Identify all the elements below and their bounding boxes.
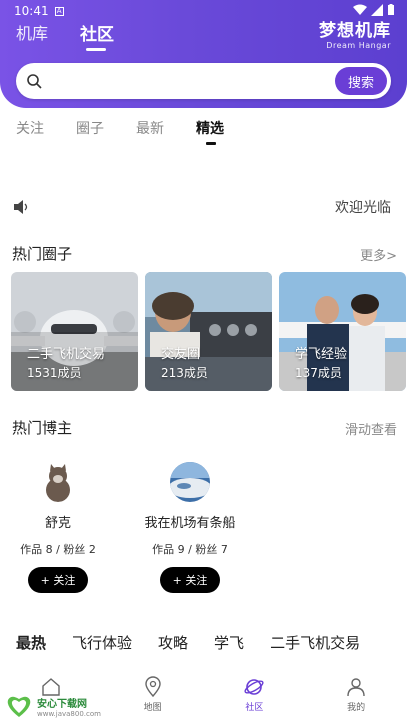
hot-circles-list: 二手飞机交易 1531成员 交友圈 213成员 学飞经验 137成员 — [11, 272, 406, 391]
tab-hangar[interactable]: 机库 — [16, 20, 48, 45]
brand-logo: 梦想机库 Dream Hangar — [319, 16, 391, 50]
planet-icon — [244, 679, 264, 695]
hot-circles-title: 热门圈子 — [12, 245, 73, 263]
hot-bloggers-title: 热门博主 — [12, 419, 73, 437]
nav-community[interactable]: 社区 — [204, 672, 306, 723]
speaker-icon — [14, 200, 28, 214]
follow-button[interactable]: + 关注 — [160, 567, 220, 593]
circle-members: 213成员 — [161, 366, 208, 380]
category-tab-hot[interactable]: 最热 — [16, 632, 46, 653]
nav-map-label: 地图 — [143, 703, 162, 713]
cat-avatar-icon — [38, 462, 78, 502]
nav-map[interactable]: 地图 — [102, 672, 204, 723]
tab-following[interactable]: 关注 — [16, 118, 44, 138]
watermark-logo-icon — [7, 696, 31, 717]
tab-featured[interactable]: 精选 — [196, 118, 224, 145]
blogger-stats: 作品 8 / 粉丝 2 — [20, 543, 96, 556]
watermark-title: 安心下载网 — [37, 698, 87, 710]
circle-members: 137成员 — [295, 366, 342, 380]
circle-name: 学飞经验 — [295, 347, 348, 362]
avatar[interactable] — [170, 462, 210, 502]
circle-name: 交友圈 — [161, 347, 201, 362]
category-tab-learn-fly[interactable]: 学飞 — [214, 632, 244, 653]
blogger-card[interactable]: 舒克 作品 8 / 粉丝 2 + 关注 — [12, 462, 104, 593]
hot-circles-more-link[interactable]: 更多> — [360, 245, 397, 264]
blogger-stats: 作品 9 / 粉丝 7 — [152, 543, 228, 556]
sub-tabs: 关注 圈子 最新 精选 — [16, 118, 224, 145]
watermark: 安心下载网 www.java800.com — [4, 693, 101, 719]
tab-latest[interactable]: 最新 — [136, 118, 164, 138]
tab-circles[interactable]: 圈子 — [76, 118, 104, 138]
brand-title: 梦想机库 — [319, 21, 391, 41]
top-tabs: 机库 社区 — [16, 20, 114, 51]
sim-icon: A — [54, 6, 64, 16]
circle-name: 二手飞机交易 — [27, 347, 106, 362]
circle-card[interactable]: 学飞经验 137成员 — [279, 272, 406, 391]
search-button[interactable]: 搜索 — [335, 67, 387, 95]
nav-profile-label: 我的 — [347, 703, 366, 713]
circle-card[interactable]: 交友圈 213成员 — [145, 272, 272, 391]
category-tab-guide[interactable]: 攻略 — [158, 632, 188, 653]
map-pin-icon — [144, 676, 161, 698]
user-icon — [347, 678, 365, 697]
search-icon — [27, 74, 42, 89]
wifi-icon — [353, 4, 367, 15]
follow-button[interactable]: + 关注 — [28, 567, 88, 593]
search-input[interactable] — [50, 73, 335, 89]
status-time: 10:41 — [14, 4, 49, 18]
avatar[interactable] — [38, 462, 78, 502]
brand-subtitle: Dream Hangar — [326, 41, 391, 50]
circle-card[interactable]: 二手飞机交易 1531成员 — [11, 272, 138, 391]
notice-bar: 欢迎光临 — [12, 197, 397, 217]
blogger-name: 舒克 — [44, 516, 71, 531]
circle-members: 1531成员 — [27, 366, 82, 380]
status-icons — [353, 4, 395, 16]
category-tabs: 最热 飞行体验 攻略 学飞 二手飞机交易 — [16, 632, 360, 653]
tab-community[interactable]: 社区 — [80, 20, 114, 51]
battery-icon — [388, 4, 394, 15]
hot-bloggers-list: 舒克 作品 8 / 粉丝 2 + 关注 我在机场有条船 作品 9 / 粉丝 7 … — [12, 462, 236, 593]
blogger-card[interactable]: 我在机场有条船 作品 9 / 粉丝 7 + 关注 — [144, 462, 236, 593]
blogger-name: 我在机场有条船 — [144, 516, 236, 531]
nav-community-label: 社区 — [245, 703, 264, 713]
signal-icon — [371, 4, 383, 16]
category-tab-flight-experience[interactable]: 飞行体验 — [72, 632, 132, 653]
watermark-url: www.java800.com — [37, 709, 101, 718]
search-bar: 搜索 — [16, 63, 391, 99]
earth-avatar-icon — [170, 462, 210, 502]
status-bar: 10:41 A — [14, 4, 64, 18]
category-tab-used-aircraft[interactable]: 二手飞机交易 — [270, 632, 360, 653]
nav-profile[interactable]: 我的 — [305, 672, 407, 723]
hot-bloggers-swipe-hint: 滑动查看 — [344, 423, 397, 438]
notice-text: 欢迎光临 — [335, 200, 391, 216]
